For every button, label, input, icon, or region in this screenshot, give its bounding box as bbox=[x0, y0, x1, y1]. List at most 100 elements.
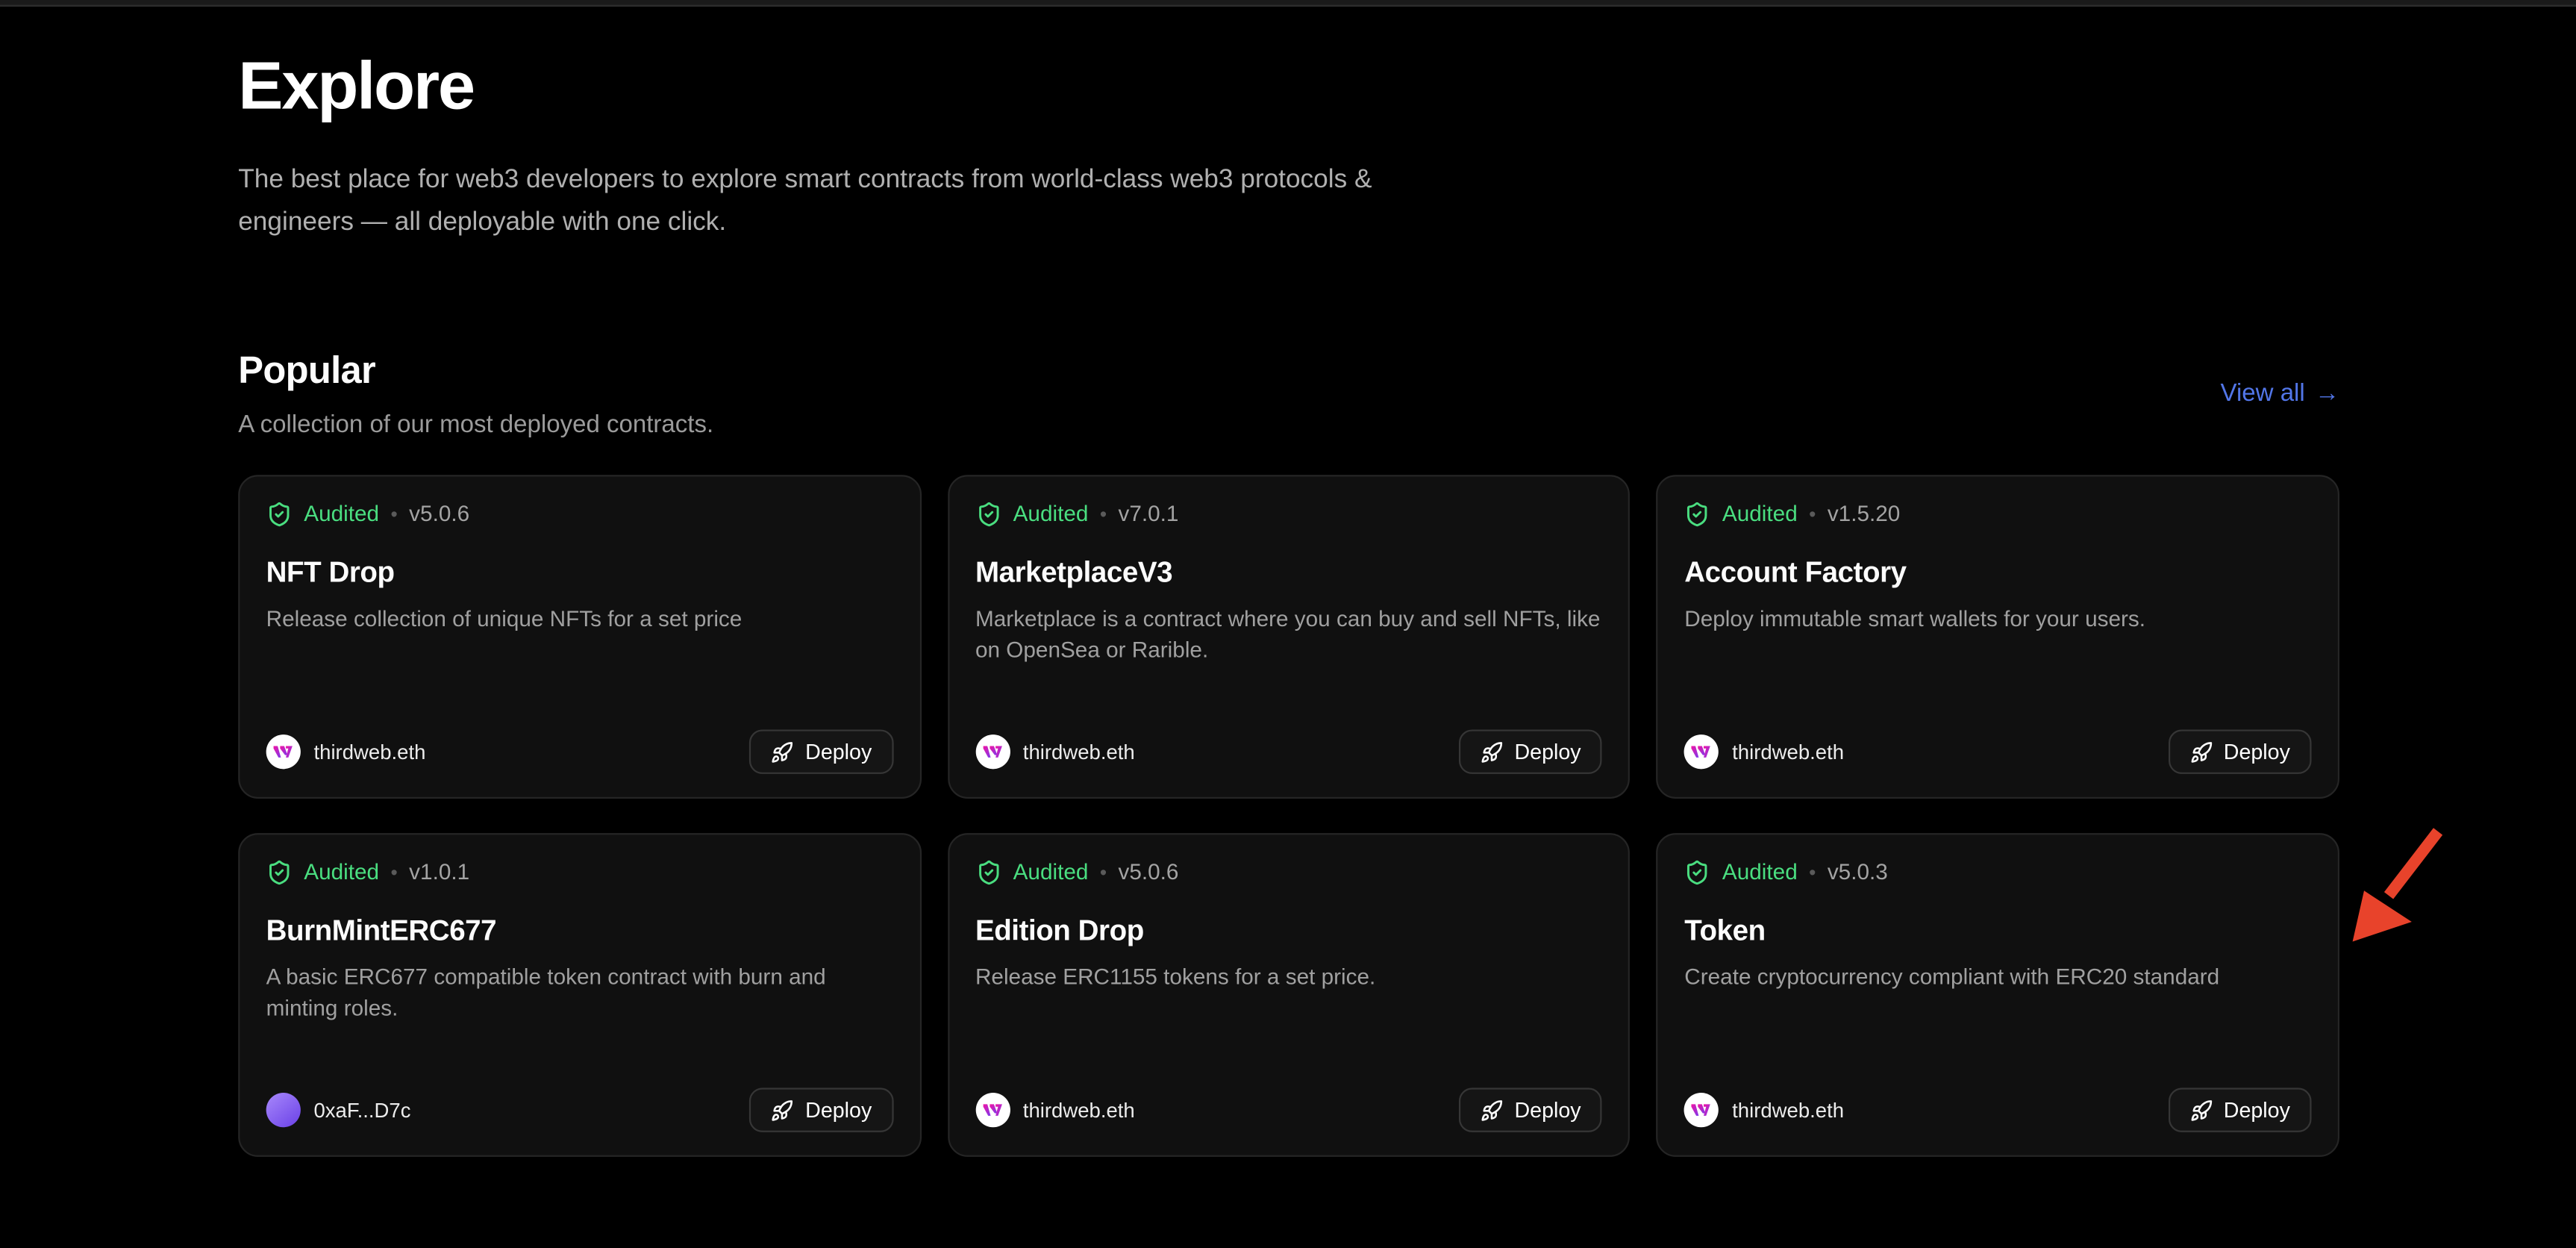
audited-badge: Audited bbox=[1722, 501, 1798, 527]
popular-heading-block: Popular A collection of our most deploye… bbox=[238, 349, 713, 439]
thirdweb-logo-icon bbox=[982, 744, 1004, 759]
contract-card-marketplacev3[interactable]: Audited • v7.0.1 MarketplaceV3 Marketpla… bbox=[948, 475, 1631, 799]
deploy-label: Deploy bbox=[1515, 740, 1581, 764]
contract-description: Marketplace is a contract where you can … bbox=[975, 605, 1602, 729]
contract-title: BurnMintERC677 bbox=[266, 914, 893, 948]
viewport-top-edge bbox=[0, 0, 2576, 6]
contract-card-token[interactable]: Audited • v5.0.3 Token Create cryptocurr… bbox=[1657, 833, 2339, 1157]
shield-check-icon bbox=[975, 859, 1001, 885]
badge-row: Audited • v1.5.20 bbox=[1684, 501, 2311, 527]
view-all-link[interactable]: View all → bbox=[2221, 380, 2339, 408]
audited-badge: Audited bbox=[304, 859, 379, 885]
card-footer: thirdweb.eth Deploy bbox=[1684, 1088, 2311, 1132]
rocket-icon bbox=[2189, 1099, 2213, 1122]
publisher-avatar bbox=[266, 1093, 301, 1127]
shield-check-icon bbox=[266, 501, 293, 527]
deploy-label: Deploy bbox=[805, 740, 872, 764]
publisher-avatar bbox=[1684, 1093, 1719, 1127]
contract-description: Release collection of unique NFTs for a … bbox=[266, 605, 893, 729]
rocket-icon bbox=[1480, 1099, 1503, 1122]
contract-description: Release ERC1155 tokens for a set price. bbox=[975, 963, 1602, 1088]
thirdweb-logo-icon bbox=[1691, 1102, 1713, 1117]
publisher-name[interactable]: thirdweb.eth bbox=[1732, 740, 1844, 764]
shield-check-icon bbox=[975, 501, 1001, 527]
contract-title: Account Factory bbox=[1684, 555, 2311, 590]
contract-card-account-factory[interactable]: Audited • v1.5.20 Account Factory Deploy… bbox=[1657, 475, 2339, 799]
deploy-button[interactable]: Deploy bbox=[1459, 729, 1603, 773]
publisher-avatar bbox=[1684, 734, 1719, 769]
separator-dot: • bbox=[391, 859, 398, 885]
publisher-name[interactable]: 0xaF...D7c bbox=[313, 1099, 410, 1122]
contract-version: v7.0.1 bbox=[1118, 501, 1178, 527]
popular-heading: Popular bbox=[238, 349, 713, 393]
card-footer: thirdweb.eth Deploy bbox=[975, 1088, 1602, 1132]
publisher-name[interactable]: thirdweb.eth bbox=[1023, 1099, 1135, 1122]
deploy-label: Deploy bbox=[805, 1098, 872, 1123]
deploy-button[interactable]: Deploy bbox=[2168, 729, 2312, 773]
popular-section-header: Popular A collection of our most deploye… bbox=[238, 349, 2339, 439]
contract-card-burnminterc677[interactable]: Audited • v1.0.1 BurnMintERC677 A basic … bbox=[238, 833, 921, 1157]
audited-badge: Audited bbox=[304, 501, 379, 527]
contract-version: v1.0.1 bbox=[409, 859, 469, 885]
thirdweb-logo-icon bbox=[1691, 744, 1713, 759]
publisher-name[interactable]: thirdweb.eth bbox=[313, 740, 425, 764]
rocket-icon bbox=[771, 1099, 794, 1122]
contract-description: A basic ERC677 compatible token contract… bbox=[266, 963, 893, 1088]
publisher-avatar bbox=[975, 734, 1010, 769]
explore-page: Explore The best place for web3 develope… bbox=[0, 0, 2576, 1248]
card-footer: thirdweb.eth Deploy bbox=[266, 729, 893, 773]
publisher-name[interactable]: thirdweb.eth bbox=[1732, 1099, 1844, 1122]
contract-card-nft-drop[interactable]: Audited • v5.0.6 NFT Drop Release collec… bbox=[238, 475, 921, 799]
arrow-right-icon: → bbox=[2315, 380, 2339, 408]
separator-dot: • bbox=[391, 501, 398, 527]
badge-row: Audited • v7.0.1 bbox=[975, 501, 1602, 527]
contract-description: Deploy immutable smart wallets for your … bbox=[1684, 605, 2311, 729]
badge-row: Audited • v5.0.3 bbox=[1684, 859, 2311, 885]
contract-card-grid: Audited • v5.0.6 NFT Drop Release collec… bbox=[238, 475, 2339, 1157]
view-all-label: View all bbox=[2221, 380, 2305, 408]
contract-version: v5.0.6 bbox=[1118, 859, 1178, 885]
badge-row: Audited • v5.0.6 bbox=[266, 501, 893, 527]
audited-badge: Audited bbox=[1722, 859, 1798, 885]
shield-check-icon bbox=[1684, 859, 1710, 885]
thirdweb-logo-icon bbox=[272, 744, 294, 759]
publisher-name[interactable]: thirdweb.eth bbox=[1023, 740, 1135, 764]
contract-version: v1.5.20 bbox=[1828, 501, 1901, 527]
audited-badge: Audited bbox=[1013, 501, 1089, 527]
contract-title: Edition Drop bbox=[975, 914, 1602, 948]
rocket-icon bbox=[2189, 740, 2213, 764]
deploy-label: Deploy bbox=[2224, 740, 2290, 764]
page-content: Explore The best place for web3 develope… bbox=[0, 7, 2576, 1157]
shield-check-icon bbox=[1684, 501, 1710, 527]
deploy-label: Deploy bbox=[2224, 1098, 2290, 1123]
badge-row: Audited • v5.0.6 bbox=[975, 859, 1602, 885]
popular-subheading: A collection of our most deployed contra… bbox=[238, 411, 713, 438]
card-footer: thirdweb.eth Deploy bbox=[1684, 729, 2311, 773]
deploy-button[interactable]: Deploy bbox=[749, 1088, 893, 1132]
contract-card-edition-drop[interactable]: Audited • v5.0.6 Edition Drop Release ER… bbox=[948, 833, 1631, 1157]
separator-dot: • bbox=[1100, 501, 1107, 527]
deploy-button[interactable]: Deploy bbox=[2168, 1088, 2312, 1132]
separator-dot: • bbox=[1809, 501, 1816, 527]
separator-dot: • bbox=[1100, 859, 1107, 885]
deploy-label: Deploy bbox=[1515, 1098, 1581, 1123]
contract-title: NFT Drop bbox=[266, 555, 893, 590]
card-footer: 0xaF...D7c Deploy bbox=[266, 1088, 893, 1132]
contract-description: Create cryptocurrency compliant with ERC… bbox=[1684, 963, 2311, 1088]
audited-badge: Audited bbox=[1013, 859, 1089, 885]
deploy-button[interactable]: Deploy bbox=[1459, 1088, 1603, 1132]
deploy-button[interactable]: Deploy bbox=[749, 729, 893, 773]
contract-version: v5.0.6 bbox=[409, 501, 469, 527]
publisher-avatar bbox=[975, 1093, 1010, 1127]
contract-title: MarketplaceV3 bbox=[975, 555, 1602, 590]
rocket-icon bbox=[1480, 740, 1503, 764]
shield-check-icon bbox=[266, 859, 293, 885]
contract-version: v5.0.3 bbox=[1828, 859, 1888, 885]
page-subtitle: The best place for web3 developers to ex… bbox=[238, 160, 1375, 243]
card-footer: thirdweb.eth Deploy bbox=[975, 729, 1602, 773]
contract-title: Token bbox=[1684, 914, 2311, 948]
thirdweb-logo-icon bbox=[982, 1102, 1004, 1117]
rocket-icon bbox=[771, 740, 794, 764]
badge-row: Audited • v1.0.1 bbox=[266, 859, 893, 885]
separator-dot: • bbox=[1809, 859, 1816, 885]
